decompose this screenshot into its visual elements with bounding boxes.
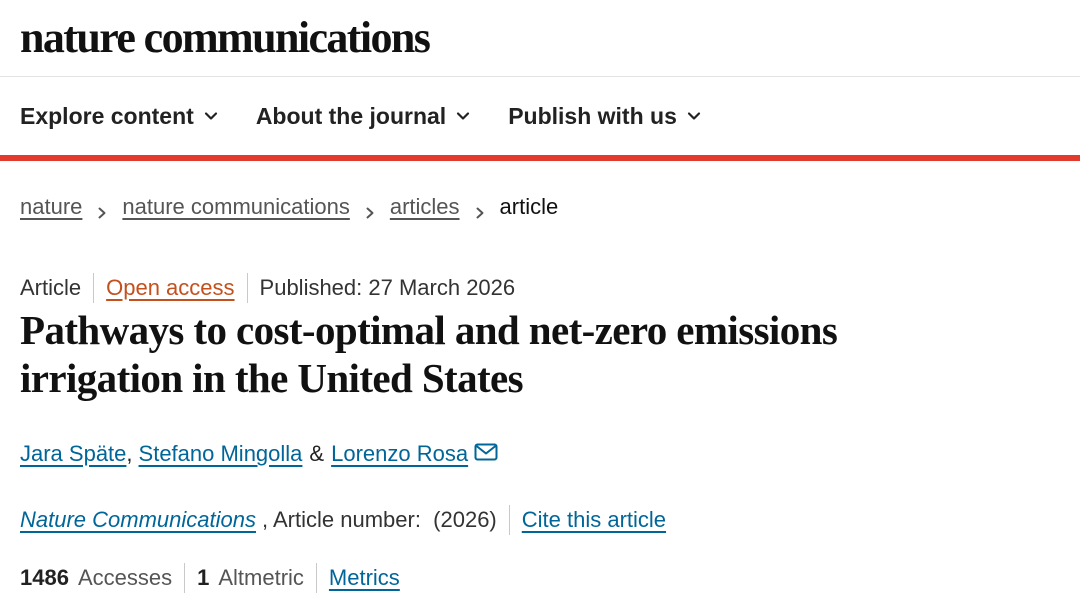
metrics-link[interactable]: Metrics <box>329 565 400 591</box>
chevron-down-icon <box>456 109 470 123</box>
author-link[interactable]: Stefano Mingolla <box>139 441 303 467</box>
title-line-2: irrigation in the United States <box>20 355 524 401</box>
article-type: Article <box>20 275 82 300</box>
altmetric-count: 1 <box>197 565 210 590</box>
author-list: Jara Späte , Stefano Mingolla & Lorenzo … <box>20 438 498 470</box>
breadcrumb-link-nature[interactable]: nature <box>20 194 82 220</box>
site-header: nature communications <box>20 10 431 66</box>
open-access-link[interactable]: Open access <box>106 275 234 301</box>
nav-publish-with-us[interactable]: Publish with us <box>508 103 701 130</box>
nav-item-label: About the journal <box>255 102 447 129</box>
chevron-right-icon <box>474 200 486 219</box>
nav-explore-content[interactable]: Explore content <box>20 103 218 130</box>
meta-divider <box>315 563 317 593</box>
breadcrumb-link-nature-communications[interactable]: nature communications <box>122 194 349 220</box>
title-line-1: Pathways to cost-optimal and net-zero em… <box>20 307 838 353</box>
meta-divider <box>93 273 95 303</box>
nav-item-label: Publish with us <box>508 102 677 129</box>
accesses-label: Accesses <box>77 565 173 590</box>
chevron-down-icon <box>204 109 218 123</box>
mail-icon[interactable] <box>474 441 498 461</box>
meta-divider <box>508 505 510 535</box>
breadcrumb: nature nature communications articles ar… <box>20 190 558 224</box>
meta-divider <box>246 273 248 303</box>
accesses-count: 1486 <box>20 565 69 590</box>
author-separator-amp: & <box>309 441 325 466</box>
author-link[interactable]: Lorenzo Rosa <box>331 441 468 467</box>
brand-logo[interactable]: nature communications <box>20 16 431 60</box>
altmetric-label: Altmetric <box>218 565 304 590</box>
accent-bar <box>0 155 1080 161</box>
journal-link[interactable]: Nature Communications <box>20 507 256 533</box>
meta-divider <box>184 563 186 593</box>
journal-info: Nature Communications , Article number: … <box>20 504 666 536</box>
article-number: , Article number: (2026) <box>261 507 497 532</box>
breadcrumb-link-articles[interactable]: articles <box>390 194 460 220</box>
header-divider <box>0 76 1080 77</box>
cite-article-link[interactable]: Cite this article <box>522 507 666 533</box>
article-title: Pathways to cost-optimal and net-zero em… <box>20 306 1060 402</box>
published-date: Published: 27 March 2026 <box>259 275 516 300</box>
breadcrumb-current: article <box>499 194 559 219</box>
author-link[interactable]: Jara Späte <box>20 441 126 467</box>
nav-about-journal[interactable]: About the journal <box>256 103 470 130</box>
author-separator: , <box>126 441 133 466</box>
chevron-right-icon <box>364 200 376 219</box>
nav-item-label: Explore content <box>20 102 194 129</box>
main-nav: Explore content About the journal Publis… <box>20 96 739 136</box>
article-meta: Article Open access Published: 27 March … <box>20 272 515 304</box>
chevron-right-icon <box>96 200 108 219</box>
article-metrics: 1486 Accesses 1 Altmetric Metrics <box>20 562 400 594</box>
chevron-down-icon <box>687 109 701 123</box>
